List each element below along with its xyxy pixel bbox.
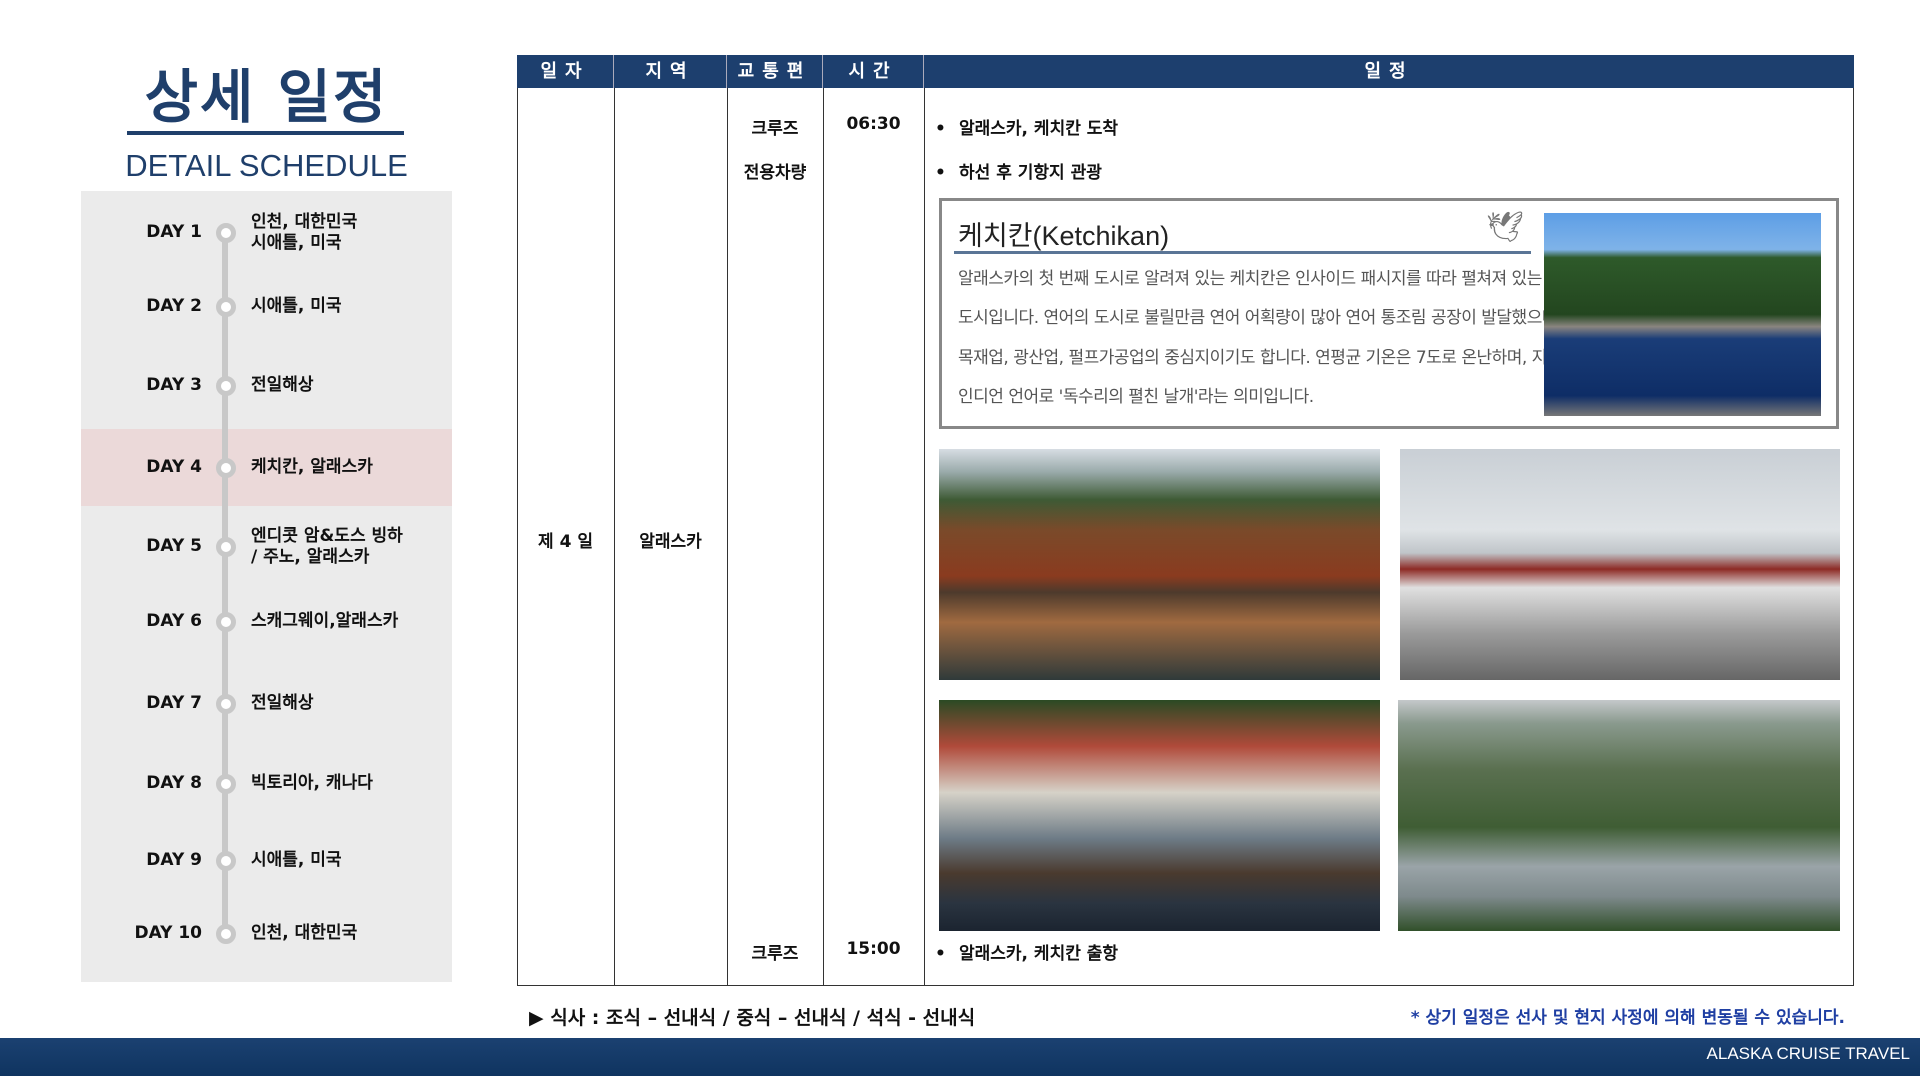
creek-street-photo (939, 449, 1380, 680)
day-place: 시애틀, 미국 (251, 296, 342, 316)
day-place: 전일해상 (251, 375, 314, 395)
table-header: 일자 지역 교통편 시간 일정 (517, 55, 1854, 88)
info-text-line: 목재업, 광산업, 펄프가공업의 중심지이기도 합니다. 연평균 기온은 7도로… (958, 348, 1578, 368)
aerial-forest-photo (1398, 700, 1840, 931)
day-label: DAY 6 (146, 611, 202, 631)
column-divider (924, 88, 925, 986)
brand-label: ALASKA CRUISE TRAVEL (1706, 1044, 1910, 1063)
day-label: DAY 5 (146, 536, 202, 556)
cell-region: 알래스카 (639, 532, 702, 552)
itinerary-item: • 하선 후 기항지 관광 (935, 163, 1102, 183)
timeline-dot-icon (216, 851, 236, 871)
cell-transport: 크루즈 (751, 944, 799, 964)
day-label: DAY 3 (146, 375, 202, 395)
cell-date: 제 4 일 (538, 532, 593, 552)
timeline-dot-icon (216, 376, 236, 396)
day-label: DAY 4 (146, 457, 202, 477)
header-transport: 교통편 (727, 55, 823, 88)
timeline-dot-icon (216, 223, 236, 243)
column-divider (727, 88, 728, 986)
day-place: 엔디콧 암&도스 빙하 / 주노, 알래스카 (251, 526, 403, 567)
timeline-dot-icon (216, 537, 236, 557)
day-place: 시애틀, 미국 (251, 850, 342, 870)
eagle-icon: 🕊 (1486, 210, 1525, 245)
timeline-dot-icon (216, 774, 236, 794)
day-place: 인천, 대한민국 시애틀, 미국 (251, 212, 358, 253)
day-label: DAY 9 (146, 850, 202, 870)
timeline-dot-icon (216, 924, 236, 944)
waterfront-houses-photo (939, 700, 1380, 931)
day-label: DAY 8 (146, 773, 202, 793)
day-label: DAY 10 (134, 923, 202, 943)
timeline-line (222, 233, 228, 934)
town-street-photo (1400, 449, 1840, 680)
meal-info: ▶ 식사 : 조식 – 선내식 / 중식 – 선내식 / 석식 - 선내식 (529, 1007, 976, 1029)
timeline-dot-icon (216, 297, 236, 317)
info-text-line: 도시입니다. 연어의 도시로 불릴만큼 연어 어획량이 많아 연어 통조림 공장… (958, 308, 1562, 328)
header-itinerary: 일정 (1364, 61, 1414, 82)
header-time: 시간 (823, 55, 924, 88)
timeline-dot-icon (216, 612, 236, 632)
day-place: 전일해상 (251, 693, 314, 713)
day-place: 인천, 대한민국 (251, 923, 358, 943)
column-divider (823, 88, 824, 986)
timeline-dot-icon (216, 694, 236, 714)
page-title: 상세 일정 (144, 63, 389, 131)
cell-transport: 전용차량 (743, 163, 807, 183)
info-text-line: 알래스카의 첫 번째 도시로 알려져 있는 케치칸은 인사이드 패시지를 따라 … (958, 269, 1578, 289)
info-text-line: 인디언 언어로 '독수리의 펼친 날개'라는 의미입니다. (958, 387, 1314, 407)
day-place: 빅토리아, 캐나다 (251, 773, 373, 793)
footer-bar (0, 1038, 1920, 1076)
itinerary-item: • 알래스카, 케치칸 도착 (935, 119, 1119, 139)
day-label: DAY 2 (146, 296, 202, 316)
cell-time: 15:00 (846, 939, 901, 959)
cell-transport: 크루즈 (751, 119, 799, 139)
info-title-underline (954, 251, 1531, 254)
schedule-notice: * 상기 일정은 선사 및 현지 사정에 의해 변동될 수 있습니다. (1410, 1008, 1845, 1028)
header-date: 일자 (517, 55, 614, 88)
cell-time: 06:30 (846, 114, 901, 134)
day-label: DAY 7 (146, 693, 202, 713)
title-underline (127, 131, 404, 135)
day-label: DAY 1 (146, 222, 202, 242)
day-place: 스캐그웨이,알래스카 (251, 611, 399, 631)
header-region: 지역 (614, 55, 727, 88)
info-title: 케치칸(Ketchikan) (958, 221, 1170, 251)
itinerary-item: • 알래스카, 케치칸 출항 (935, 944, 1119, 964)
harbor-photo (1544, 213, 1821, 416)
timeline-dot-icon (216, 458, 236, 478)
page-subtitle: DETAIL SCHEDULE (125, 148, 408, 183)
day-place: 케치칸, 알래스카 (251, 457, 373, 477)
